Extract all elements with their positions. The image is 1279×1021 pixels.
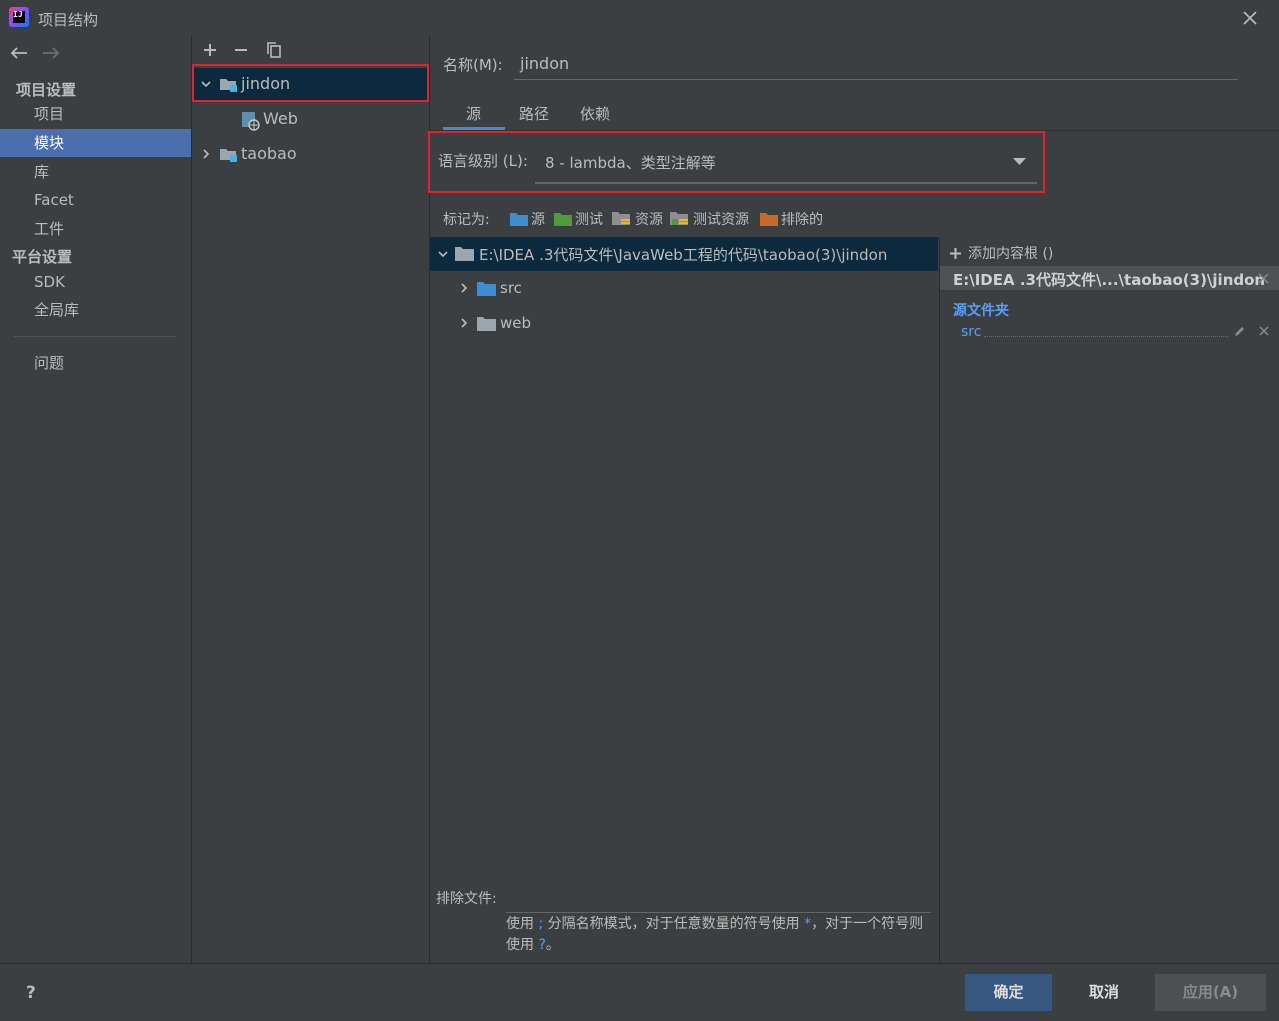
mark-as-sources-label: 源 (531, 212, 545, 228)
plus-icon (950, 247, 961, 259)
chevron-down-icon[interactable] (437, 248, 449, 260)
apply-button[interactable]: 应用(A) (1155, 974, 1266, 1011)
title-bar (0, 0, 1279, 36)
content-root-path[interactable]: E:\IDEA .3代码文件\JavaWeb工程的代码\taobao(3)\ji… (479, 244, 887, 265)
mark-as-tests[interactable]: 测试 (554, 209, 603, 229)
source-folders-title: 源文件夹 (953, 303, 1009, 319)
exclude-files-label: 排除文件: (436, 891, 497, 907)
chevron-right-icon[interactable] (458, 317, 470, 329)
hint-text: 使用 (506, 916, 539, 932)
nav-item-global-libraries[interactable]: 全局库 (0, 296, 191, 324)
module-tree-panel (192, 36, 429, 963)
chevron-down-icon[interactable] (200, 78, 212, 90)
content-root-tree (430, 237, 939, 963)
mark-as-test-resources[interactable]: 测试资源 (670, 209, 749, 229)
ok-button[interactable]: 确定 (965, 974, 1052, 1011)
add-content-root-button[interactable]: 添加内容根 () (949, 243, 1053, 263)
nav-item-modules[interactable]: 模块 (0, 129, 191, 157)
tree-item-src[interactable]: src (500, 279, 522, 297)
folder-icon (510, 213, 528, 226)
exclude-files-input[interactable] (506, 885, 931, 913)
folder-icon (554, 213, 572, 226)
source-folder-entry[interactable]: src (961, 324, 981, 340)
tab-paths[interactable]: 路径 (519, 103, 549, 131)
hint-text: 分隔名称模式，对于任意数量的符号使用 (543, 916, 805, 932)
mark-as-sources[interactable]: 源 (510, 209, 545, 229)
web-facet-icon (241, 111, 261, 131)
hint-question-symbol: ? (538, 937, 546, 953)
mark-as-excluded[interactable]: 排除的 (760, 209, 823, 229)
language-level-label: 语言级别 (L): (438, 152, 528, 170)
mark-as-test-resources-label: 测试资源 (693, 212, 749, 228)
module-name-input[interactable]: jindon (514, 50, 1238, 80)
mark-as-resources-label: 资源 (635, 212, 663, 228)
tree-item-jindon[interactable]: jindon (241, 69, 290, 99)
tree-item-web[interactable]: Web (263, 104, 298, 134)
exclude-files-hint: 使用 ; 分隔名称模式，对于任意数量的符号使用 *，对于一个符号则使用 ?。 (506, 914, 931, 956)
name-label: 名称(M): (443, 56, 503, 74)
folder-icon (760, 213, 778, 226)
nav-item-facets[interactable]: Facet (0, 186, 191, 214)
folder-icon (455, 246, 474, 261)
forward-arrow-icon[interactable] (40, 44, 62, 62)
resources-folder-icon (612, 212, 630, 225)
window-title: 项目结构 (38, 11, 99, 29)
hint-text: 。 (545, 937, 560, 953)
close-icon[interactable] (1240, 8, 1260, 28)
nav-item-project[interactable]: 项目 (0, 100, 191, 128)
remove-icon[interactable] (1259, 326, 1269, 336)
mark-as-resources[interactable]: 资源 (612, 209, 663, 229)
intellij-logo-icon: IJ (9, 7, 29, 27)
test-resources-folder-icon (670, 212, 688, 225)
nav-header-project-settings: 项目设置 (16, 81, 77, 99)
module-folder-icon (219, 146, 239, 162)
folder-icon (477, 316, 496, 331)
pencil-icon[interactable] (1233, 325, 1246, 338)
dotted-leader (984, 336, 1228, 337)
nav-item-problems[interactable]: 问题 (0, 349, 191, 377)
mark-as-excluded-label: 排除的 (781, 212, 823, 228)
remove-content-root-icon[interactable] (1258, 273, 1269, 284)
mark-as-tests-label: 测试 (575, 212, 603, 228)
dropdown-arrow-icon[interactable] (1013, 158, 1026, 166)
nav-divider (14, 336, 176, 337)
back-arrow-icon[interactable] (8, 44, 30, 62)
cancel-button[interactable]: 取消 (1062, 974, 1146, 1011)
nav-item-libraries[interactable]: 库 (0, 158, 191, 186)
module-folder-icon (219, 76, 239, 92)
plus-icon[interactable] (200, 40, 220, 60)
tree-item-taobao[interactable]: taobao (241, 139, 297, 169)
copy-icon[interactable] (264, 40, 284, 60)
content-root-panel (940, 237, 1279, 963)
nav-item-sdk[interactable]: SDK (0, 268, 191, 296)
chevron-right-icon[interactable] (458, 282, 470, 294)
tree-item-web[interactable]: web (500, 314, 531, 332)
language-level-value: 8 - lambda、类型注解等 (545, 154, 716, 172)
nav-header-platform-settings: 平台设置 (12, 248, 73, 266)
mark-as-label: 标记为: (443, 212, 490, 228)
help-button[interactable]: ? (26, 983, 36, 1003)
minus-icon[interactable] (231, 40, 251, 60)
nav-item-artifacts[interactable]: 工件 (0, 215, 191, 243)
source-folder-icon (477, 281, 496, 296)
chevron-right-icon[interactable] (200, 148, 212, 160)
content-root-header-path: E:\IDEA .3代码文件\...\taobao(3)\jindon (953, 271, 1266, 289)
tab-dependencies[interactable]: 依赖 (580, 103, 610, 131)
add-content-root-label: 添加内容根 () (968, 246, 1054, 262)
